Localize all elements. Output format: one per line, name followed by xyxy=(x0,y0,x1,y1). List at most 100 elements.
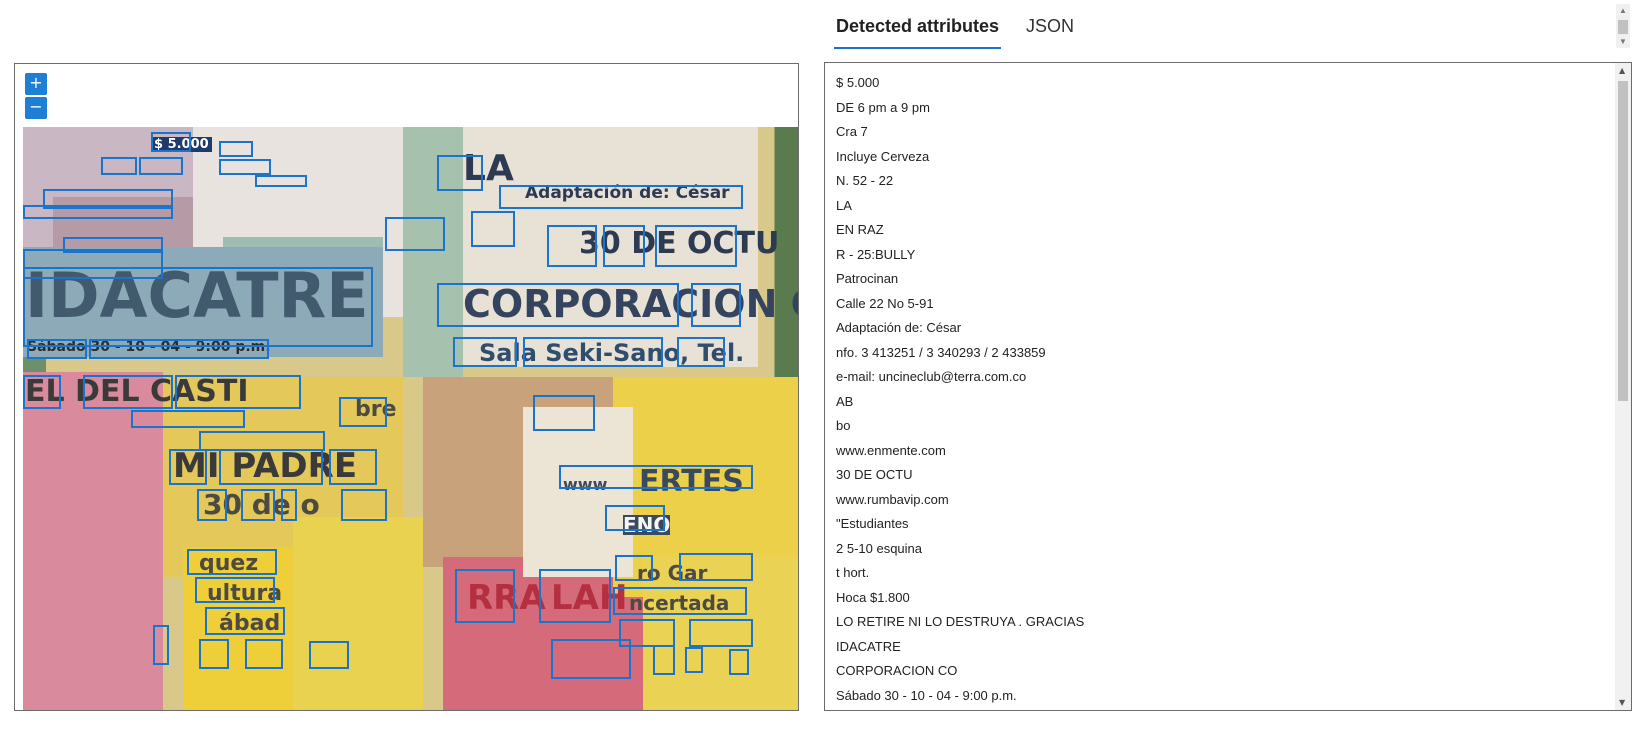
attribute-item: CORPORACION CO xyxy=(836,663,958,678)
detection-box[interactable] xyxy=(533,395,595,431)
attribute-item: e-mail: uncineclub@terra.com.co xyxy=(836,369,1027,384)
detection-box[interactable] xyxy=(187,549,277,575)
scroll-up-icon[interactable]: ▲ xyxy=(1619,6,1627,15)
detection-box[interactable] xyxy=(615,555,653,581)
detection-box[interactable] xyxy=(523,337,663,367)
detection-box[interactable] xyxy=(23,375,61,409)
detection-box[interactable] xyxy=(101,157,137,175)
detection-box[interactable] xyxy=(245,639,283,669)
attributes-scrollbar[interactable]: ▲ ▼ xyxy=(1615,63,1631,710)
page-scrollbar[interactable]: ▲ ▼ xyxy=(1616,4,1630,48)
detection-box[interactable] xyxy=(255,175,307,187)
detection-box[interactable] xyxy=(603,225,645,267)
detection-box[interactable] xyxy=(281,489,297,521)
zoom-out-button[interactable]: − xyxy=(25,97,47,119)
tab-json[interactable]: JSON xyxy=(1026,16,1074,47)
detection-box[interactable] xyxy=(241,489,275,521)
attribute-item: R - 25:BULLY xyxy=(836,246,916,262)
attribute-item: DE 6 pm a 9 pm xyxy=(836,99,930,115)
image-viewer[interactable]: + − $ 5.000 LA Adaptación de: César 30 D… xyxy=(14,63,799,711)
detection-box[interactable] xyxy=(151,132,191,152)
detection-box[interactable] xyxy=(559,465,753,489)
attribute-item: www.rumbavip.com xyxy=(836,491,949,507)
detection-box[interactable] xyxy=(83,375,173,409)
detection-box[interactable] xyxy=(689,619,753,647)
poster-patch xyxy=(293,517,423,710)
detection-box[interactable] xyxy=(131,410,245,428)
attribute-item: Adaptación de: César xyxy=(836,320,962,335)
detection-box[interactable] xyxy=(729,649,749,675)
attribute-item: Incluye Cerveza xyxy=(836,148,930,164)
attribute-item: bo xyxy=(836,418,851,433)
poster-wall-photo: $ 5.000 LA Adaptación de: César 30 DE OC… xyxy=(23,127,798,710)
detection-box[interactable] xyxy=(453,337,517,367)
attribute-item: nfo. 3 413251 / 3 340293 / 2 433859 xyxy=(836,344,1046,360)
detection-box[interactable] xyxy=(23,267,373,347)
detection-box[interactable] xyxy=(219,159,271,175)
detection-box[interactable] xyxy=(89,339,269,359)
detection-box[interactable] xyxy=(139,157,183,175)
detection-box[interactable] xyxy=(385,217,445,251)
detection-box[interactable] xyxy=(691,283,741,327)
detection-box[interactable] xyxy=(199,639,229,669)
attribute-item: AB xyxy=(836,393,854,409)
attribute-item: Patrocinan xyxy=(836,271,899,286)
scroll-up-icon[interactable]: ▲ xyxy=(1619,66,1625,75)
detection-box[interactable] xyxy=(197,489,227,521)
attribute-item: www.enmente.com xyxy=(836,442,946,458)
tab-detected-attributes[interactable]: Detected attributes xyxy=(834,16,1002,49)
attributes-panel[interactable]: $ 5.000 DE 6 pm a 9 pm Cra 7 Incluye Cervez… xyxy=(824,62,1632,711)
detection-box[interactable] xyxy=(685,647,703,673)
attribute-item: t hort. xyxy=(836,565,870,580)
detection-box[interactable] xyxy=(199,431,325,451)
detection-box[interactable] xyxy=(219,449,323,485)
attribute-item: LO RETIRE NI LO DESTRUYA . GRACIAS xyxy=(836,614,1085,629)
scroll-down-icon[interactable]: ▼ xyxy=(1619,37,1627,46)
detection-box[interactable] xyxy=(23,205,173,219)
detection-box[interactable] xyxy=(153,625,169,665)
detection-box[interactable] xyxy=(655,225,737,267)
detection-box[interactable] xyxy=(679,553,753,581)
detection-box[interactable] xyxy=(329,449,377,485)
detection-box[interactable] xyxy=(551,639,631,679)
attribute-item: IDACATRE xyxy=(836,638,901,654)
attribute-item: Sábado 30 - 10 - 04 - 9:00 p.m. xyxy=(836,687,1017,703)
attribute-item: 2 5-10 esquina xyxy=(836,540,923,556)
detection-box[interactable] xyxy=(677,337,725,367)
detection-box[interactable] xyxy=(309,641,349,669)
attribute-item: Sala Seki-Sano, Tel. xyxy=(836,708,1084,710)
detection-box[interactable] xyxy=(205,607,285,635)
detection-box[interactable] xyxy=(499,185,743,209)
scroll-thumb[interactable] xyxy=(1618,20,1628,34)
scroll-down-icon[interactable]: ▼ xyxy=(1619,698,1625,707)
detection-box[interactable] xyxy=(539,569,611,623)
detection-box[interactable] xyxy=(437,155,483,191)
zoom-in-button[interactable]: + xyxy=(25,73,47,95)
attribute-item: Calle 22 No 5-91 xyxy=(836,295,934,311)
detection-box[interactable] xyxy=(195,577,275,603)
attribute-item: EN RAZ xyxy=(836,222,884,237)
detection-box[interactable] xyxy=(175,375,301,409)
attribute-item: LA xyxy=(836,197,852,213)
detection-box[interactable] xyxy=(613,587,747,615)
detection-box[interactable] xyxy=(547,225,597,267)
attributes-list: $ 5.000 DE 6 pm a 9 pm Cra 7 Incluye Cervez… xyxy=(836,71,1085,710)
detection-box[interactable] xyxy=(605,505,665,531)
scroll-thumb[interactable] xyxy=(1618,81,1628,401)
attribute-item: N. 52 - 22 xyxy=(836,173,894,188)
detection-box[interactable] xyxy=(339,397,387,427)
attribute-item: Cra 7 xyxy=(836,124,868,139)
detection-box[interactable] xyxy=(437,283,679,327)
detection-box[interactable] xyxy=(341,489,387,521)
detection-box[interactable] xyxy=(219,141,253,157)
attribute-item: 30 DE OCTU xyxy=(836,467,913,482)
attribute-item: $ 5.000 xyxy=(836,75,880,90)
detection-box[interactable] xyxy=(471,211,515,247)
detection-box[interactable] xyxy=(653,645,675,675)
detection-box[interactable] xyxy=(23,249,163,269)
tab-bar: Detected attributes JSON xyxy=(824,0,1624,50)
attribute-item: "Estudiantes xyxy=(836,516,909,531)
detection-box[interactable] xyxy=(169,449,207,485)
detection-box[interactable] xyxy=(455,569,515,623)
detection-box[interactable] xyxy=(27,339,87,359)
